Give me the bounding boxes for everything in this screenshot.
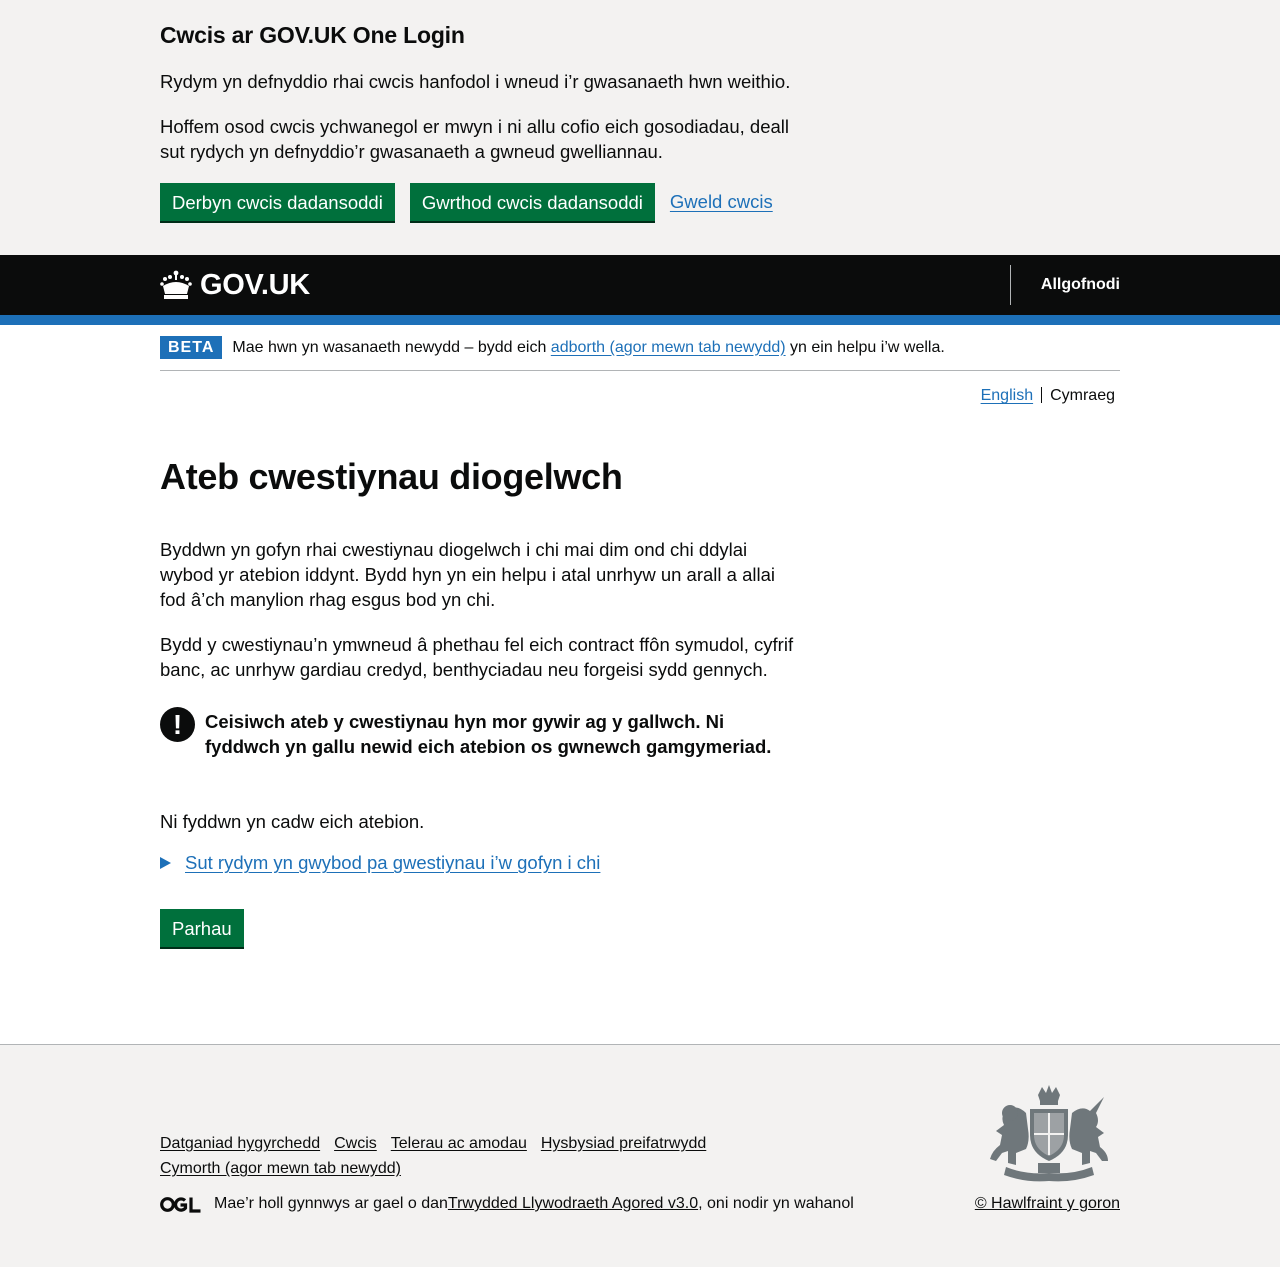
govuk-logo-link[interactable]: GOV.UK bbox=[160, 269, 310, 302]
licence-text-before: Mae’r holl gynnwys ar gael o dan bbox=[214, 1195, 448, 1212]
footer-link-privacy[interactable]: Hysbysiad preifatrwydd bbox=[541, 1131, 706, 1156]
page-title: Ateb cwestiynau diogelwch bbox=[160, 456, 623, 497]
language-welsh-current: Cymraeg bbox=[1050, 387, 1115, 404]
phase-banner: BETA Mae hwn yn wasanaeth newydd – bydd … bbox=[160, 325, 1120, 371]
cookie-banner-title: Cwcis ar GOV.UK One Login bbox=[160, 22, 465, 48]
questions-paragraph: Bydd y cwestiynau’n ymwneud â phethau fe… bbox=[160, 634, 794, 680]
cookie-banner: Cwcis ar GOV.UK One Login Rydym yn defny… bbox=[0, 0, 1280, 255]
feedback-link[interactable]: adborth (agor mewn tab newydd) bbox=[551, 339, 786, 356]
royal-coat-of-arms-icon bbox=[990, 1085, 1108, 1182]
site-footer: Datganiad hygyrchedd Cwcis Telerau ac amod… bbox=[0, 1044, 1280, 1267]
logo-text: GOV.UK bbox=[200, 268, 310, 301]
details-summary[interactable]: Sut rydym yn gwybod pa gwestiynau i’w go… bbox=[160, 852, 1120, 874]
reject-cookies-button[interactable]: Gwrthod cwcis dadansoddi bbox=[409, 183, 655, 221]
language-toggle: English Cymraeg bbox=[160, 387, 1120, 405]
phase-banner-text: Mae hwn yn wasanaeth newydd – bydd eich … bbox=[232, 338, 944, 358]
licence-text-after: , oni nodir yn wahanol bbox=[698, 1195, 854, 1212]
warning-message: Ceisiwch ateb y cwestiynau hyn mor gywir… bbox=[205, 711, 772, 757]
intro-paragraph: Byddwn yn gofyn rhai cwestiynau diogelwc… bbox=[160, 539, 775, 610]
phase-text-before: Mae hwn yn wasanaeth newydd – bydd eich bbox=[232, 338, 551, 356]
main-content: Ateb cwestiynau diogelwch Byddwn yn gofy… bbox=[160, 405, 1120, 947]
copyright: © Hawlfraint y goron bbox=[975, 1195, 1120, 1213]
copyright-link[interactable]: © Hawlfraint y goron bbox=[975, 1195, 1120, 1212]
sign-out-link[interactable]: Allgofnodi bbox=[1009, 265, 1120, 305]
licence-link[interactable]: Trwydded Llywodraeth Agored v3.0 bbox=[448, 1195, 698, 1213]
header-blue-bar bbox=[0, 315, 1280, 325]
no-store-paragraph: Ni fyddwn yn cadw eich atebion. bbox=[160, 811, 425, 832]
details-summary-link[interactable]: Sut rydym yn gwybod pa gwestiynau i’w go… bbox=[185, 852, 600, 874]
footer-link-accessibility[interactable]: Datganiad hygyrchedd bbox=[160, 1131, 320, 1156]
footer-links: Datganiad hygyrchedd Cwcis Telerau ac amod… bbox=[160, 1131, 780, 1181]
footer-link-support[interactable]: Cymorth (agor mewn tab newydd) bbox=[160, 1156, 401, 1181]
triangle-right-icon bbox=[160, 857, 171, 869]
language-english-link[interactable]: English bbox=[981, 387, 1033, 404]
warning-icon: ! bbox=[160, 707, 195, 742]
warning-text: ! Ceisiwch ateb y cwestiynau hyn mor gyw… bbox=[160, 707, 800, 759]
site-header: GOV.UK Allgofnodi bbox=[0, 255, 1280, 315]
licence-statement: Mae’r holl gynnwys ar gael o dan Trwydde… bbox=[160, 1195, 854, 1213]
footer-link-terms[interactable]: Telerau ac amodau bbox=[391, 1131, 527, 1156]
footer-link-cookies[interactable]: Cwcis bbox=[334, 1131, 377, 1156]
cookie-banner-text: Rydym yn defnyddio rhai cwcis hanfodol i… bbox=[160, 71, 791, 92]
crown-icon bbox=[160, 270, 192, 299]
cookie-banner-text-2: Hoffem osod cwcis ychwanegol er mwyn i n… bbox=[160, 116, 789, 162]
ogl-logo-icon bbox=[160, 1196, 201, 1213]
phase-text-after: yn ein helpu i’w wella. bbox=[785, 338, 945, 356]
beta-tag: BETA bbox=[160, 336, 223, 359]
view-cookies-link[interactable]: Gweld cwcis bbox=[670, 191, 773, 213]
accept-cookies-button[interactable]: Derbyn cwcis dadansoddi bbox=[160, 183, 395, 221]
language-separator bbox=[1041, 387, 1043, 403]
continue-button[interactable]: Parhau bbox=[160, 909, 244, 947]
